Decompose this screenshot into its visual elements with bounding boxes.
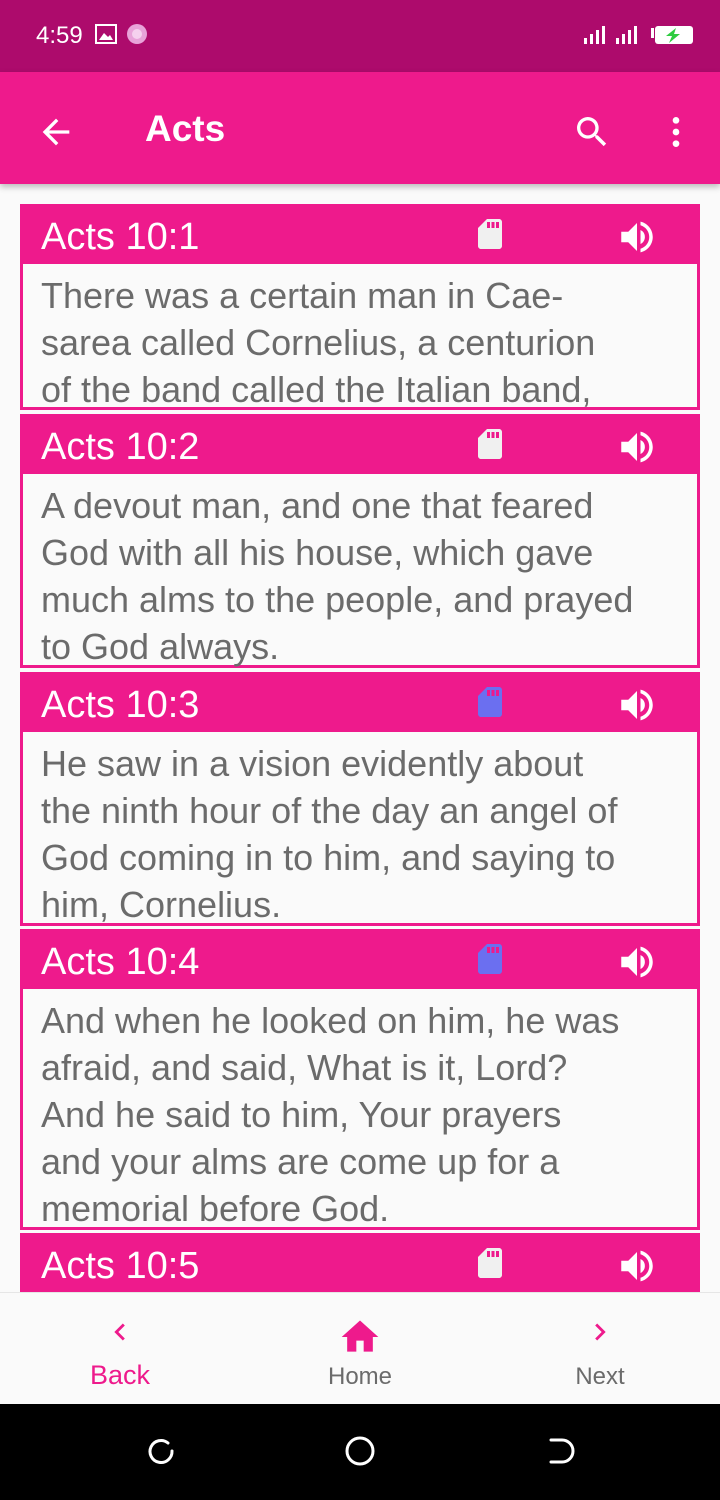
verse-reference: Acts 10:3	[41, 684, 200, 726]
verse-header: Acts 10:3	[20, 672, 700, 732]
search-icon[interactable]	[566, 106, 618, 158]
back-nav-button[interactable]: Back	[0, 1293, 240, 1405]
verse-header: Acts 10:1	[20, 204, 700, 264]
volume-icon[interactable]	[616, 941, 658, 983]
chevron-right-icon	[595, 1323, 606, 1341]
bottom-navigation: Back Home Next	[0, 1292, 720, 1404]
sd-card-icon[interactable]	[472, 216, 508, 252]
back-arrow-icon[interactable]	[30, 106, 82, 158]
flower-icon	[127, 24, 147, 44]
verse-reference: Acts 10:2	[41, 426, 200, 468]
system-nav-bar	[0, 1404, 720, 1500]
verse-list[interactable]: Acts 10:1 There was a certain man in Cae…	[0, 184, 720, 1292]
sd-card-icon[interactable]	[472, 426, 508, 462]
verse-text: A devout man, and one that feared God wi…	[41, 485, 634, 667]
home-circle-icon[interactable]	[343, 1434, 377, 1468]
next-nav-button[interactable]: Next	[480, 1293, 720, 1405]
verse-text: He saw in a vision evidently about the n…	[41, 743, 618, 925]
verse-card: Acts 10:5	[20, 1233, 700, 1292]
verse-card: Acts 10:4 And when he looked on him, he …	[20, 929, 700, 1230]
more-vert-icon[interactable]	[650, 106, 702, 158]
back-system-icon[interactable]	[542, 1434, 576, 1468]
volume-icon[interactable]	[616, 216, 658, 258]
verse-header: Acts 10:2	[20, 414, 700, 474]
home-label: Home	[327, 1363, 393, 1390]
verse-header: Acts 10:4	[20, 929, 700, 989]
status-time: 4:59	[36, 22, 83, 49]
signal-icon	[616, 26, 637, 44]
verse-header: Acts 10:5	[20, 1233, 700, 1292]
verse-card: Acts 10:3 He saw in a vision evidently a…	[20, 672, 700, 926]
sd-card-icon[interactable]	[472, 941, 508, 977]
status-bar: 4:59	[0, 0, 720, 72]
app-bar: Acts	[0, 72, 720, 184]
sd-card-icon[interactable]	[472, 684, 508, 720]
image-icon	[95, 24, 117, 44]
volume-icon[interactable]	[616, 426, 658, 468]
verse-text: And when he looked on him, he was afraid…	[41, 1000, 620, 1229]
home-nav-button[interactable]: Home	[240, 1293, 480, 1405]
verse-reference: Acts 10:4	[41, 941, 200, 983]
signal-icon	[584, 26, 605, 44]
page-title: Acts	[145, 108, 226, 149]
volume-icon[interactable]	[616, 1245, 658, 1287]
chevron-left-icon	[114, 1323, 125, 1341]
home-icon	[341, 1320, 379, 1352]
verse-reference: Acts 10:5	[41, 1245, 200, 1287]
volume-icon[interactable]	[616, 684, 658, 726]
verse-card: Acts 10:1 There was a certain man in Cae…	[20, 204, 700, 410]
recents-icon[interactable]	[144, 1434, 178, 1468]
battery-charging-icon	[651, 26, 693, 44]
sd-card-icon[interactable]	[472, 1245, 508, 1281]
back-label: Back	[89, 1360, 151, 1390]
verse-reference: Acts 10:1	[41, 216, 200, 258]
verse-text: There was a certain man in Cae- sarea ca…	[41, 275, 596, 410]
next-label: Next	[575, 1363, 625, 1390]
verse-card: Acts 10:2 A devout man, and one that fea…	[20, 414, 700, 668]
